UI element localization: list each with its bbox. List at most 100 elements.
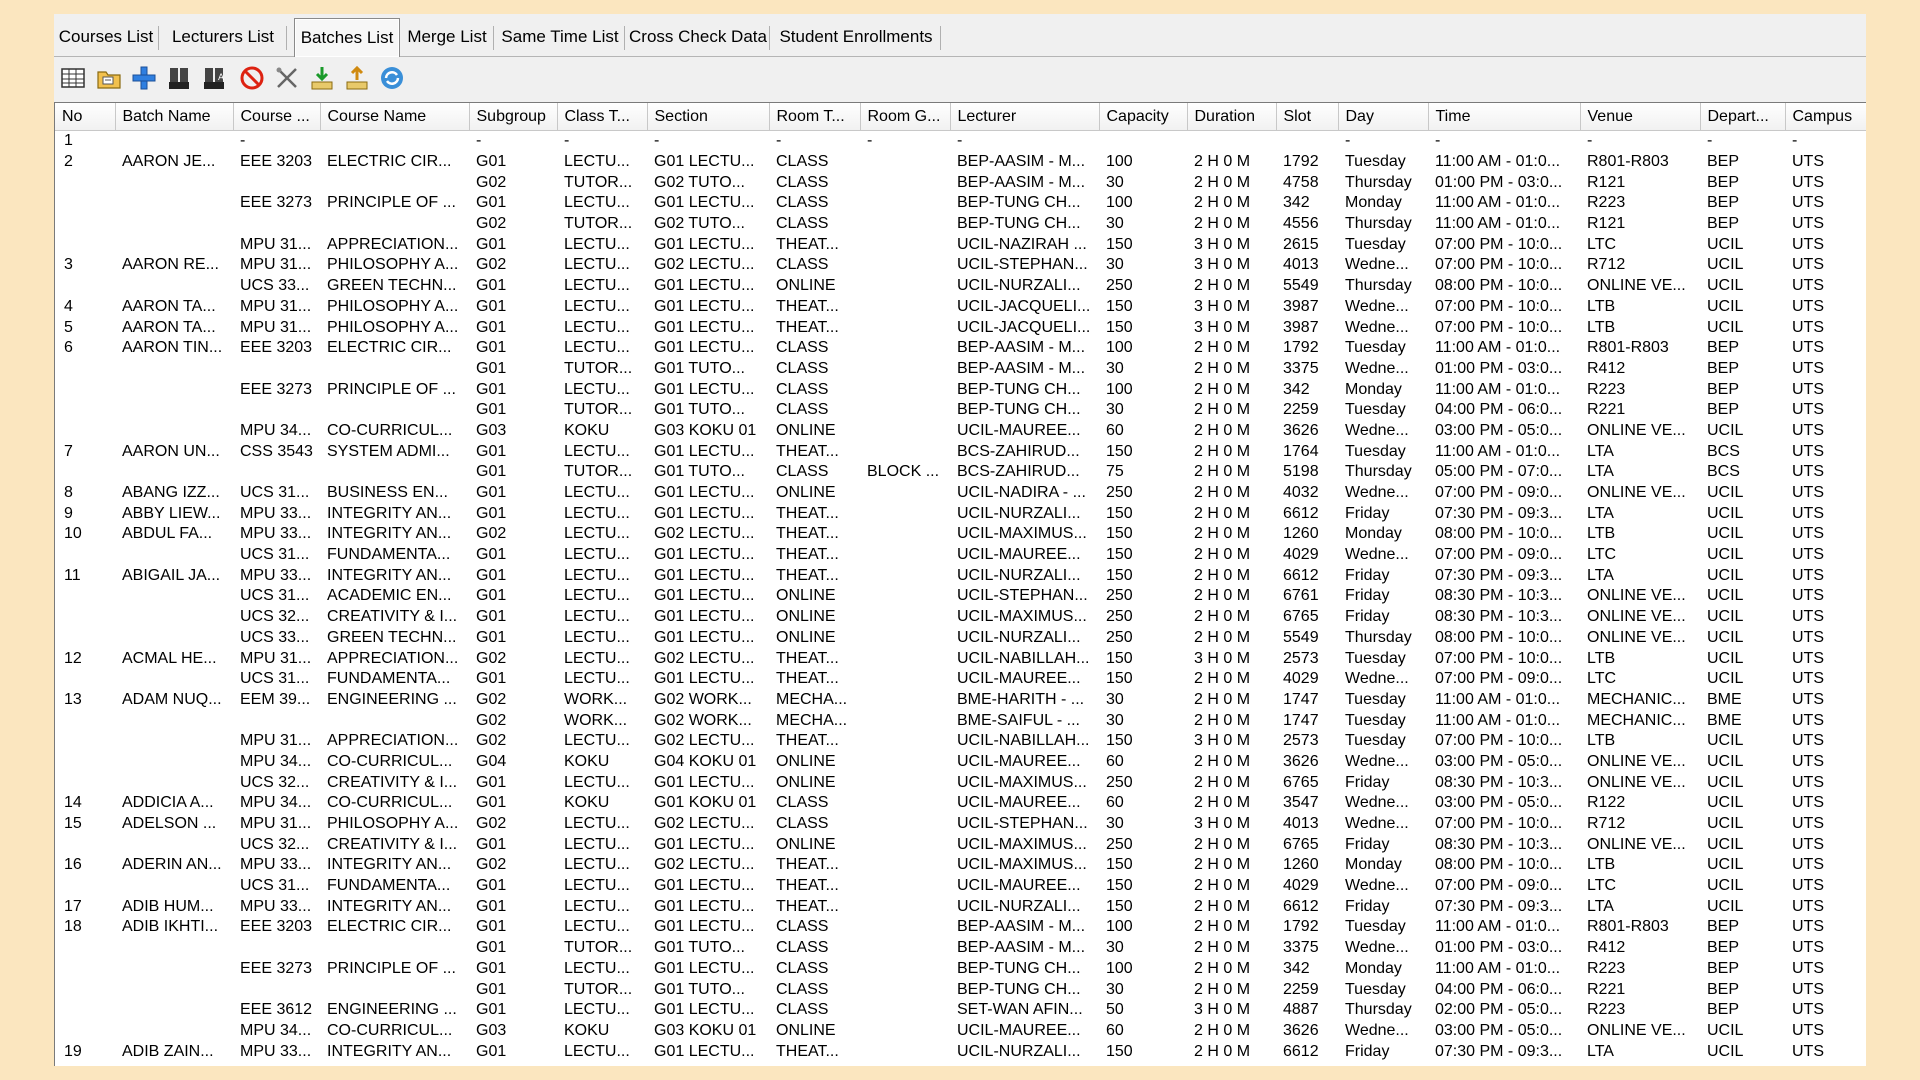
table-row[interactable]: 13 ADAM NUQ... EEM 39... ENGINEERING ... G02… (55, 690, 1866, 711)
table-row[interactable]: MPU 34... CO-CURRICUL... G04 KOKU G04 KOKU 0… (55, 752, 1866, 773)
table-row[interactable]: EEE 3273 PRINCIPLE OF ... G01 LECTU... G01 L… (55, 379, 1866, 400)
batches-grid[interactable]: No Batch Name Course ... Course Name Subgrou… (54, 102, 1866, 1066)
table-row[interactable]: 15 ADELSON ... MPU 31... PHILOSOPHY A... G02… (55, 814, 1866, 835)
table-cell: G01 (476, 380, 507, 398)
find-button[interactable] (164, 63, 194, 93)
table-row[interactable]: G01 TUTOR... G01 TUTO... CLASS BEP-TUNG CH..… (55, 400, 1866, 421)
table-row[interactable]: 18 ADIB IKHTI... EEE 3203 ELECTRIC CIR... G0… (55, 917, 1866, 938)
tab-same-time-list[interactable]: Same Time List (496, 20, 625, 54)
tab-student-enrollments[interactable]: Student Enrollments (772, 20, 941, 54)
add-button[interactable] (129, 63, 159, 93)
table-row[interactable]: UCS 32... CREATIVITY & I... G01 LECTU... G01… (55, 607, 1866, 628)
column-header-subgroup[interactable]: Subgroup (469, 103, 558, 131)
column-header-campus[interactable]: Campus (1785, 103, 1866, 131)
table-cell: BEP-AASIM - M... (957, 918, 1086, 936)
column-header-course-name[interactable]: Course Name (320, 103, 470, 131)
column-header-slot[interactable]: Slot (1276, 103, 1339, 131)
table-cell: 2 H 0 M (1194, 959, 1251, 977)
table-row[interactable]: 5 AARON TA... MPU 31... PHILOSOPHY A... G01 L… (55, 317, 1866, 338)
table-cell: G01 (476, 794, 507, 812)
table-cell: BME (1707, 690, 1742, 708)
table-row[interactable]: MPU 31... APPRECIATION... G02 LECTU... G02 L… (55, 731, 1866, 752)
table-row[interactable]: 17 ADIB HUM... MPU 33... INTEGRITY AN... G01… (55, 896, 1866, 917)
column-header-depart[interactable]: Depart... (1700, 103, 1786, 131)
column-header-time[interactable]: Time (1428, 103, 1581, 131)
table-row[interactable]: G02 TUTOR... G02 TUTO... CLASS BEP-TUNG CH..… (55, 214, 1866, 235)
table-row[interactable]: 11 ABIGAIL JA... MPU 33... INTEGRITY AN... G… (55, 565, 1866, 586)
table-row[interactable]: 16 ADERIN AN... MPU 33... INTEGRITY AN... G0… (55, 855, 1866, 876)
refresh-button[interactable] (377, 63, 407, 93)
table-row[interactable]: UCS 31... ACADEMIC EN... G01 LECTU... G01 LE… (55, 586, 1866, 607)
column-header-day[interactable]: Day (1338, 103, 1429, 131)
table-cell (860, 338, 950, 359)
table-row[interactable]: EEE 3273 PRINCIPLE OF ... G01 LECTU... G01 L… (55, 193, 1866, 214)
column-header-batch-name[interactable]: Batch Name (115, 103, 234, 131)
export-button[interactable] (342, 63, 372, 93)
table-row[interactable]: 6 AARON TIN... EEE 3203 ELECTRIC CIR... G01 L… (55, 338, 1866, 359)
column-header-duration[interactable]: Duration (1187, 103, 1277, 131)
column-header-venue[interactable]: Venue (1580, 103, 1701, 131)
table-row[interactable]: 1 - - - - - - - - - - - - (55, 131, 1866, 152)
table-cell: Tuesday (1345, 153, 1406, 171)
table-row[interactable]: 9 ABBY LIEW... MPU 33... INTEGRITY AN... G01… (55, 503, 1866, 524)
tools-button[interactable] (272, 63, 302, 93)
find-next-button[interactable]: A (199, 63, 229, 93)
table-row[interactable]: 8 ABANG IZZ... UCS 31... BUSINESS EN... G01 L… (55, 483, 1866, 504)
table-cell: MPU 31... (240, 732, 312, 750)
table-cell: G02 (476, 256, 507, 274)
table-cell: TUTOR... (564, 173, 633, 191)
table-row[interactable]: G01 TUTOR... G01 TUTO... CLASS BEP-TUNG CH..… (55, 979, 1866, 1000)
table-row[interactable]: G01 TUTOR... G01 TUTO... CLASS BEP-AASIM - M… (55, 938, 1866, 959)
tab-batches-list[interactable]: Batches List (294, 18, 400, 57)
column-header-lecturer[interactable]: Lecturer (950, 103, 1100, 131)
table-row[interactable]: 14 ADDICIA A... MPU 34... CO-CURRICUL... G01… (55, 793, 1866, 814)
tab-courses-list[interactable]: Courses List (54, 20, 159, 54)
table-row[interactable]: UCS 32... CREATIVITY & I... G01 LECTU... G01… (55, 772, 1866, 793)
table-cell: UCIL-NURZALI... (957, 277, 1081, 295)
table-cell: Thursday (1345, 628, 1412, 646)
table-cell: 2259 (1283, 980, 1319, 998)
table-row[interactable]: UCS 31... FUNDAMENTA... G01 LECTU... G01 LEC… (55, 876, 1866, 897)
column-header-section[interactable]: Section (647, 103, 770, 131)
column-header-class-t[interactable]: Class T... (557, 103, 648, 131)
table-row[interactable]: 3 AARON RE... MPU 31... PHILOSOPHY A... G02 L… (55, 255, 1866, 276)
import-button[interactable] (307, 63, 337, 93)
table-row[interactable]: EEE 3612 ENGINEERING ... G01 LECTU... G01 LE… (55, 1000, 1866, 1021)
table-row[interactable]: 12 ACMAL HE... MPU 31... APPRECIATION... G02… (55, 648, 1866, 669)
table-row[interactable]: EEE 3273 PRINCIPLE OF ... G01 LECTU... G01 L… (55, 959, 1866, 980)
column-header-room-g[interactable]: Room G... (860, 103, 951, 131)
table-cell: R801-R803 (1587, 339, 1669, 357)
tab-cross-check-data[interactable]: Cross Check Data (627, 20, 770, 54)
table-cell: G01 LECTU... (654, 546, 755, 564)
column-header-no[interactable]: No (55, 103, 116, 131)
grid-view-button[interactable] (58, 63, 88, 93)
open-folder-button[interactable] (94, 63, 124, 93)
table-row[interactable]: G01 TUTOR... G01 TUTO... CLASS BEP-AASIM - M… (55, 359, 1866, 380)
table-row[interactable]: UCS 31... FUNDAMENTA... G01 LECTU... G01 LEC… (55, 669, 1866, 690)
table-row[interactable]: MPU 31... APPRECIATION... G01 LECTU... G01 L… (55, 234, 1866, 255)
column-header-course[interactable]: Course ... (233, 103, 321, 131)
table-row[interactable]: UCS 31... FUNDAMENTA... G01 LECTU... G01 LEC… (55, 545, 1866, 566)
table-row[interactable]: 10 ABDUL FA... MPU 33... INTEGRITY AN... G02… (55, 524, 1866, 545)
table-cell: G01 (476, 235, 507, 253)
table-row[interactable]: G02 TUTOR... G02 TUTO... CLASS BEP-AASIM - M… (55, 172, 1866, 193)
table-row[interactable]: UCS 32... CREATIVITY & I... G01 LECTU... G01… (55, 834, 1866, 855)
tab-lecturers-list[interactable]: Lecturers List (160, 20, 287, 54)
table-row[interactable]: G01 TUTOR... G01 TUTO... CLASS BLOCK ... BCS-… (55, 462, 1866, 483)
table-row[interactable]: 19 ADIB ZAIN... MPU 33... INTEGRITY AN... G0… (55, 1041, 1866, 1062)
column-header-capacity[interactable]: Capacity (1099, 103, 1188, 131)
table-row[interactable]: 7 AARON UN... CSS 3543 SYSTEM ADMI... G01 LEC… (55, 441, 1866, 462)
table-row[interactable]: G02 WORK... G02 WORK... MECHA... BME-SAIFUL … (55, 710, 1866, 731)
table-row[interactable]: UCS 33... GREEN TECHN... G01 LECTU... G01 LE… (55, 276, 1866, 297)
table-row[interactable]: 2 AARON JE... EEE 3203 ELECTRIC CIR... G01 LE… (55, 152, 1866, 173)
table-cell: LECTU... (564, 877, 630, 895)
table-row[interactable]: 4 AARON TA... MPU 31... PHILOSOPHY A... G01 L… (55, 297, 1866, 318)
table-row[interactable]: MPU 34... CO-CURRICUL... G03 KOKU G03 KOKU 0… (55, 1021, 1866, 1042)
tab-merge-list[interactable]: Merge List (401, 20, 494, 54)
table-row[interactable]: MPU 34... CO-CURRICUL... G03 KOKU G03 KOKU 0… (55, 421, 1866, 442)
column-header-room-t[interactable]: Room T... (769, 103, 861, 131)
delete-button[interactable] (237, 63, 267, 93)
table-cell: Wedne... (1345, 484, 1409, 502)
table-row[interactable]: UCS 33... GREEN TECHN... G01 LECTU... G01 LE… (55, 628, 1866, 649)
table-cell (860, 669, 950, 690)
